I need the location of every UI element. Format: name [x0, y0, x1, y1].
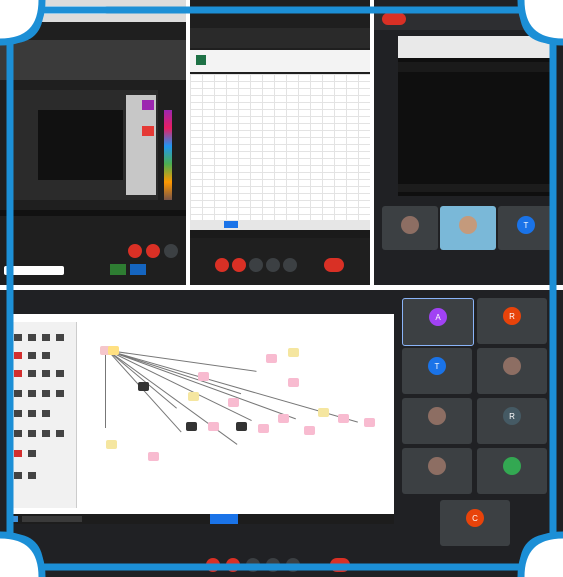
decorative-frame — [0, 0, 563, 577]
frame-border — [6, 6, 557, 571]
